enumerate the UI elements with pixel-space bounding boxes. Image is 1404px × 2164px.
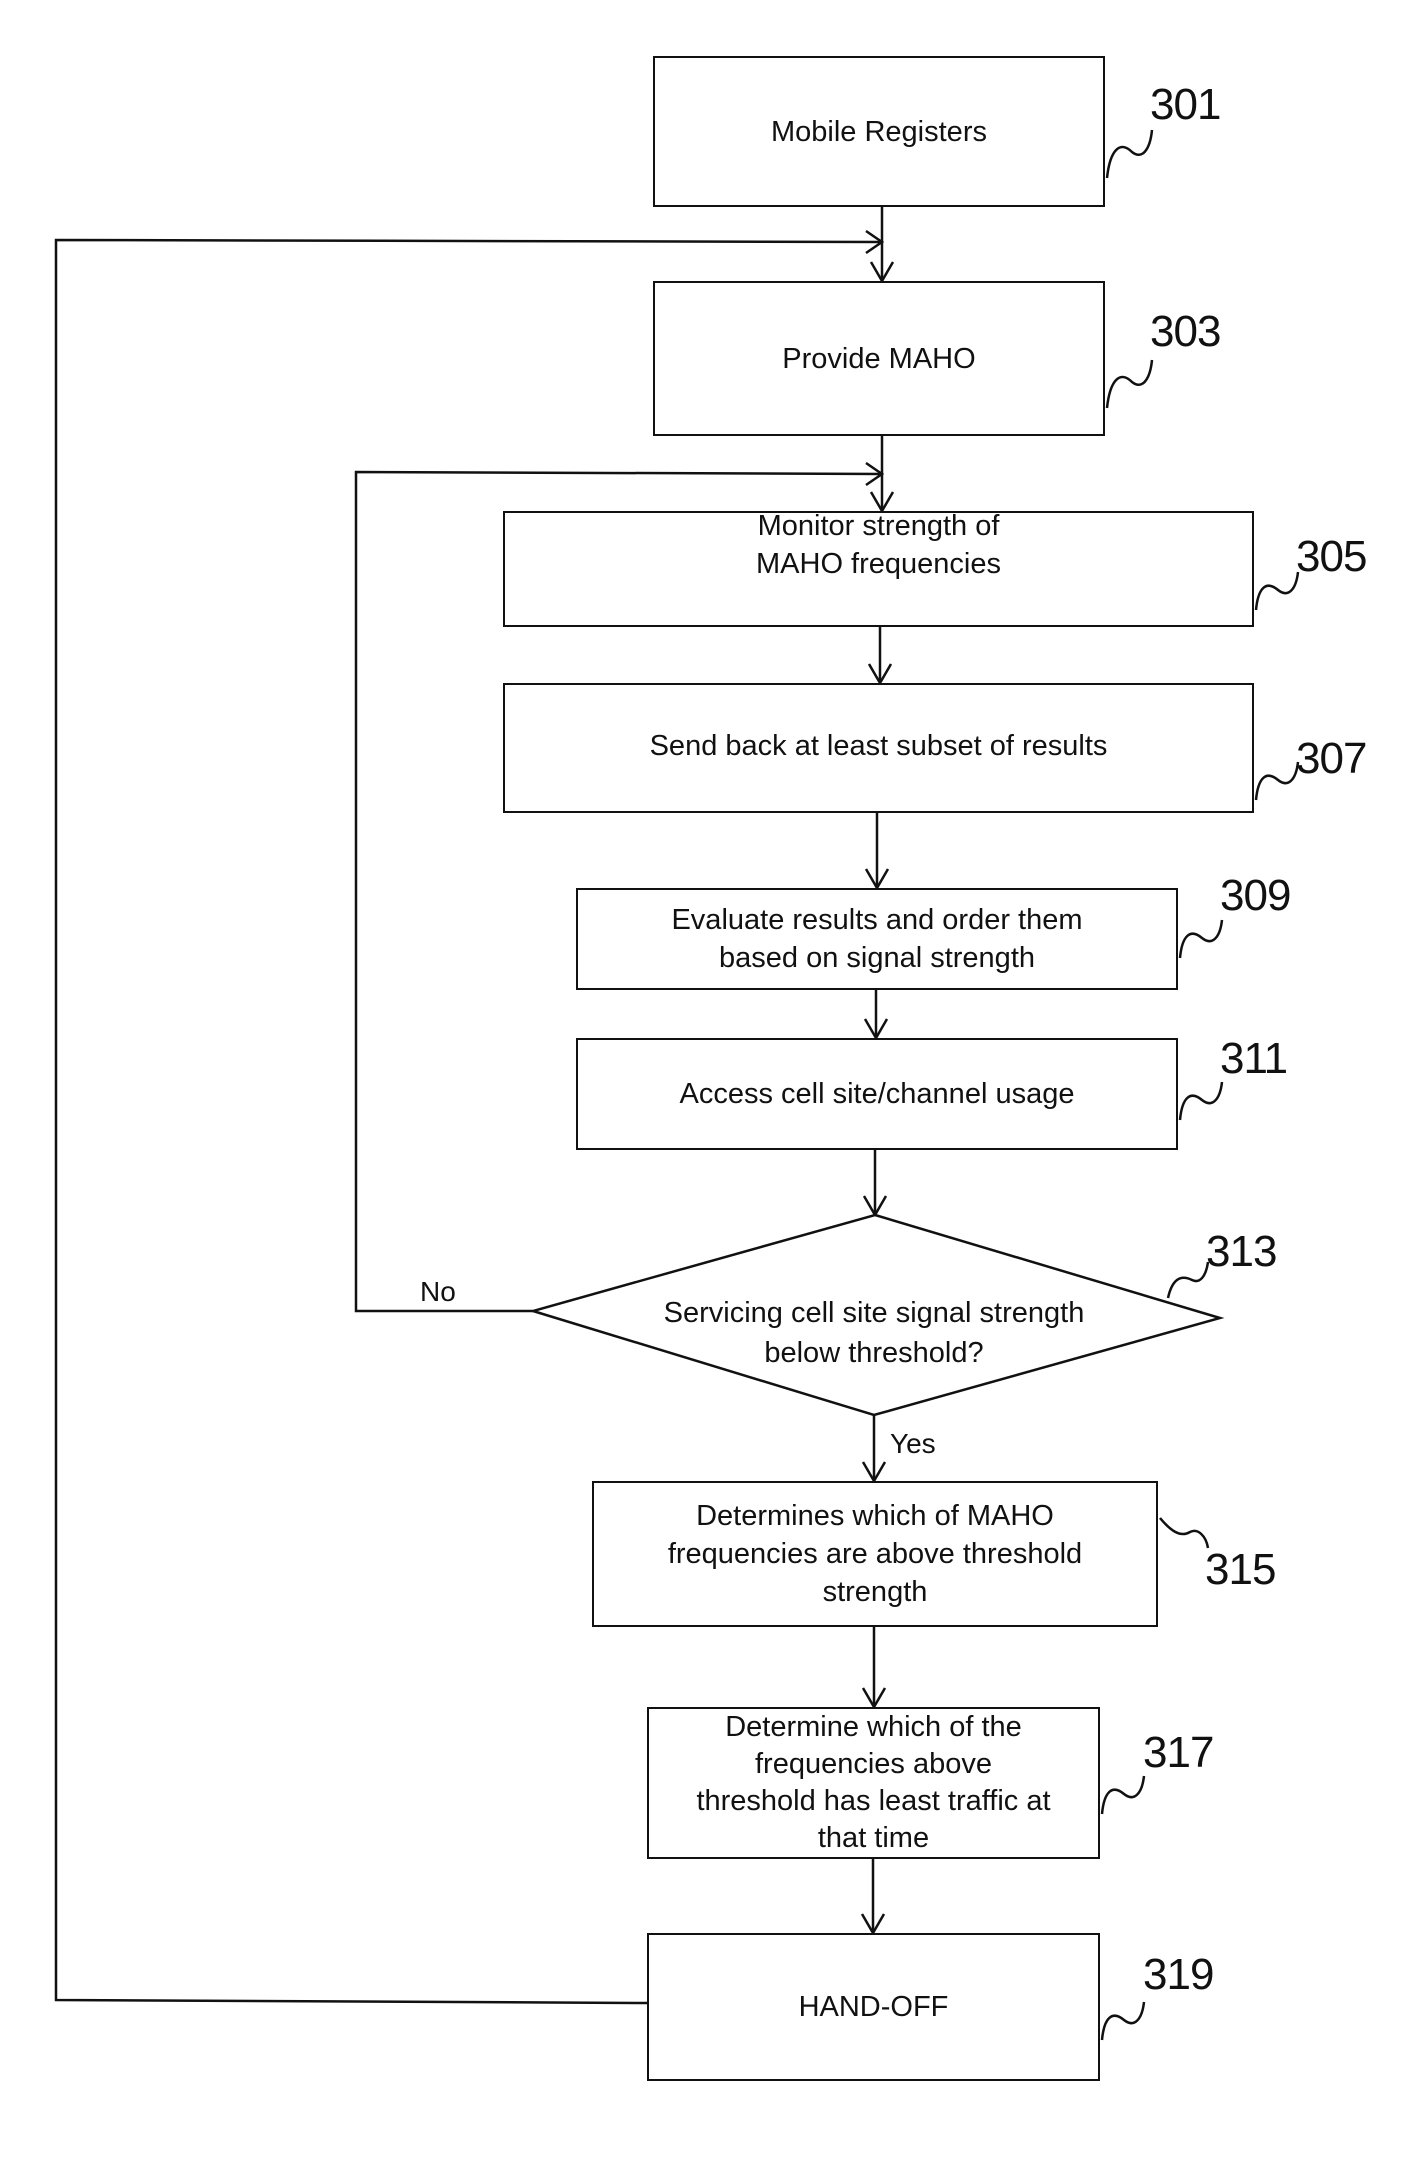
leader-315 bbox=[1159, 1517, 1210, 1549]
leader-319 bbox=[1100, 2001, 1146, 2041]
step-319-text: HAND-OFF bbox=[798, 1991, 949, 2023]
step-303-provide-maho: Provide MAHO bbox=[653, 281, 1105, 436]
ref-319: 319 bbox=[1143, 1950, 1214, 1999]
step-301-mobile-registers: Mobile Registers bbox=[653, 56, 1105, 207]
leader-317 bbox=[1100, 1775, 1146, 1815]
step-309-evaluate-results: Evaluate results and order them based on… bbox=[576, 888, 1178, 990]
step-311-text: Access cell site/channel usage bbox=[679, 1078, 1075, 1110]
step-317-line-3: threshold has least traffic at bbox=[696, 1785, 1051, 1817]
ref-307: 307 bbox=[1296, 734, 1367, 783]
step-315-line-1: Determines which of MAHO bbox=[696, 1500, 1054, 1532]
step-309-line-2: based on signal strength bbox=[719, 942, 1035, 974]
step-317-line-1: Determine which of the bbox=[725, 1711, 1022, 1743]
edge-label-no: No bbox=[420, 1276, 456, 1307]
ref-315: 315 bbox=[1205, 1545, 1276, 1594]
step-315-line-3: strength bbox=[822, 1576, 928, 1608]
ref-311: 311 bbox=[1220, 1034, 1288, 1083]
ref-305: 305 bbox=[1296, 532, 1367, 581]
step-301-text: Mobile Registers bbox=[771, 115, 987, 148]
leader-311 bbox=[1178, 1081, 1224, 1121]
ref-301: 301 bbox=[1150, 80, 1221, 129]
leader-309 bbox=[1178, 919, 1224, 959]
ref-309: 309 bbox=[1220, 871, 1291, 920]
step-305-line-2: MAHO frequencies bbox=[756, 548, 1001, 580]
step-307-text: Send back at least subset of results bbox=[649, 730, 1108, 762]
step-319-hand-off: HAND-OFF bbox=[647, 1933, 1100, 2081]
ref-317: 317 bbox=[1143, 1728, 1214, 1777]
step-317-line-2: frequencies above bbox=[754, 1748, 992, 1780]
leader-307 bbox=[1254, 761, 1300, 801]
decision-313-text: Servicing cell site signal strength belo… bbox=[614, 1293, 1134, 1373]
step-305-monitor-strength: Monitor strength of MAHO frequencies bbox=[503, 510, 1254, 627]
ref-303: 303 bbox=[1150, 307, 1221, 356]
step-305-line-1: Monitor strength of bbox=[757, 510, 1000, 542]
step-309-line-1: Evaluate results and order them bbox=[671, 904, 1083, 936]
edge-label-yes: Yes bbox=[890, 1428, 936, 1459]
decision-313-line-2: below threshold? bbox=[764, 1337, 984, 1369]
leader-313 bbox=[1166, 1261, 1210, 1299]
leader-301 bbox=[1105, 129, 1154, 179]
leader-303 bbox=[1105, 359, 1154, 409]
decision-313-line-1: Servicing cell site signal strength bbox=[663, 1297, 1085, 1329]
step-315-line-2: frequencies are above threshold bbox=[667, 1538, 1083, 1570]
step-317-line-4: that time bbox=[817, 1822, 930, 1854]
step-317-determine-least-traffic: Determine which of the frequencies above… bbox=[647, 1707, 1100, 1859]
step-315-determine-above-threshold: Determines which of MAHO frequencies are… bbox=[592, 1481, 1158, 1627]
step-303-text: Provide MAHO bbox=[782, 342, 976, 375]
step-311-access-cell-site: Access cell site/channel usage bbox=[576, 1038, 1178, 1150]
leader-305 bbox=[1254, 571, 1300, 611]
step-307-send-back-results: Send back at least subset of results bbox=[503, 683, 1254, 813]
ref-313: 313 bbox=[1206, 1227, 1277, 1276]
